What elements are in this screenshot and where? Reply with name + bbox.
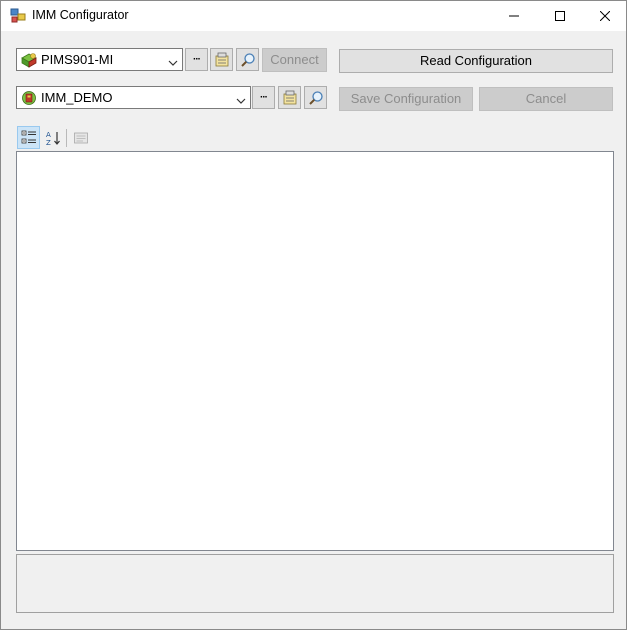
search-icon [308,90,323,105]
properties-icon [283,90,296,104]
close-button[interactable] [582,1,627,31]
window-title: IMM Configurator [32,8,129,22]
title-bar[interactable]: IMM Configurator [1,1,626,31]
categorized-view-button[interactable] [17,126,40,149]
search-icon [240,52,255,67]
imm-config-icon [20,90,38,106]
svg-text:Z: Z [46,139,51,146]
configuration-search-button[interactable] [304,86,327,109]
properties-icon [215,52,228,66]
property-description-panel [16,554,614,613]
server-icon [20,52,38,68]
maximize-icon [555,11,565,21]
server-combobox-value: PIMS901-MI [41,52,114,67]
save-configuration-button[interactable]: Save Configuration [339,87,473,111]
configuration-properties-button[interactable] [278,86,301,109]
alphabetical-sort-button[interactable]: A Z [41,126,64,149]
chevron-down-icon [168,56,178,66]
imm-configurator-window: IMM Configurator PIMS901-MI ··· Connect … [0,0,627,630]
configuration-combobox[interactable]: IMM_DEMO [16,86,251,109]
property-pages-icon [73,132,88,143]
configuration-combobox-value: IMM_DEMO [41,90,113,105]
maximize-button[interactable] [537,1,583,31]
server-search-button[interactable] [236,48,259,71]
property-pages-button[interactable] [69,126,92,149]
close-icon [600,11,610,21]
server-browse-button[interactable]: ··· [185,48,208,71]
categorized-view-icon [21,130,36,143]
ellipsis-icon: ··· [193,53,201,65]
property-grid-toolbar: A Z [17,126,117,149]
server-combobox[interactable]: PIMS901-MI [16,48,183,71]
app-window-icon [10,8,26,24]
svg-text:A: A [46,131,51,139]
connect-button[interactable]: Connect [262,48,327,72]
cancel-button[interactable]: Cancel [479,87,613,111]
property-grid[interactable] [16,151,614,551]
chevron-down-icon [236,94,246,104]
minimize-icon [509,15,519,17]
minimize-button[interactable] [491,1,537,31]
toolbar-separator [66,129,67,147]
alphabetical-sort-icon: A Z [46,131,60,146]
ellipsis-icon: ··· [260,91,268,103]
server-properties-button[interactable] [210,48,233,71]
read-configuration-button[interactable]: Read Configuration [339,49,613,73]
configuration-browse-button[interactable]: ··· [252,86,275,109]
